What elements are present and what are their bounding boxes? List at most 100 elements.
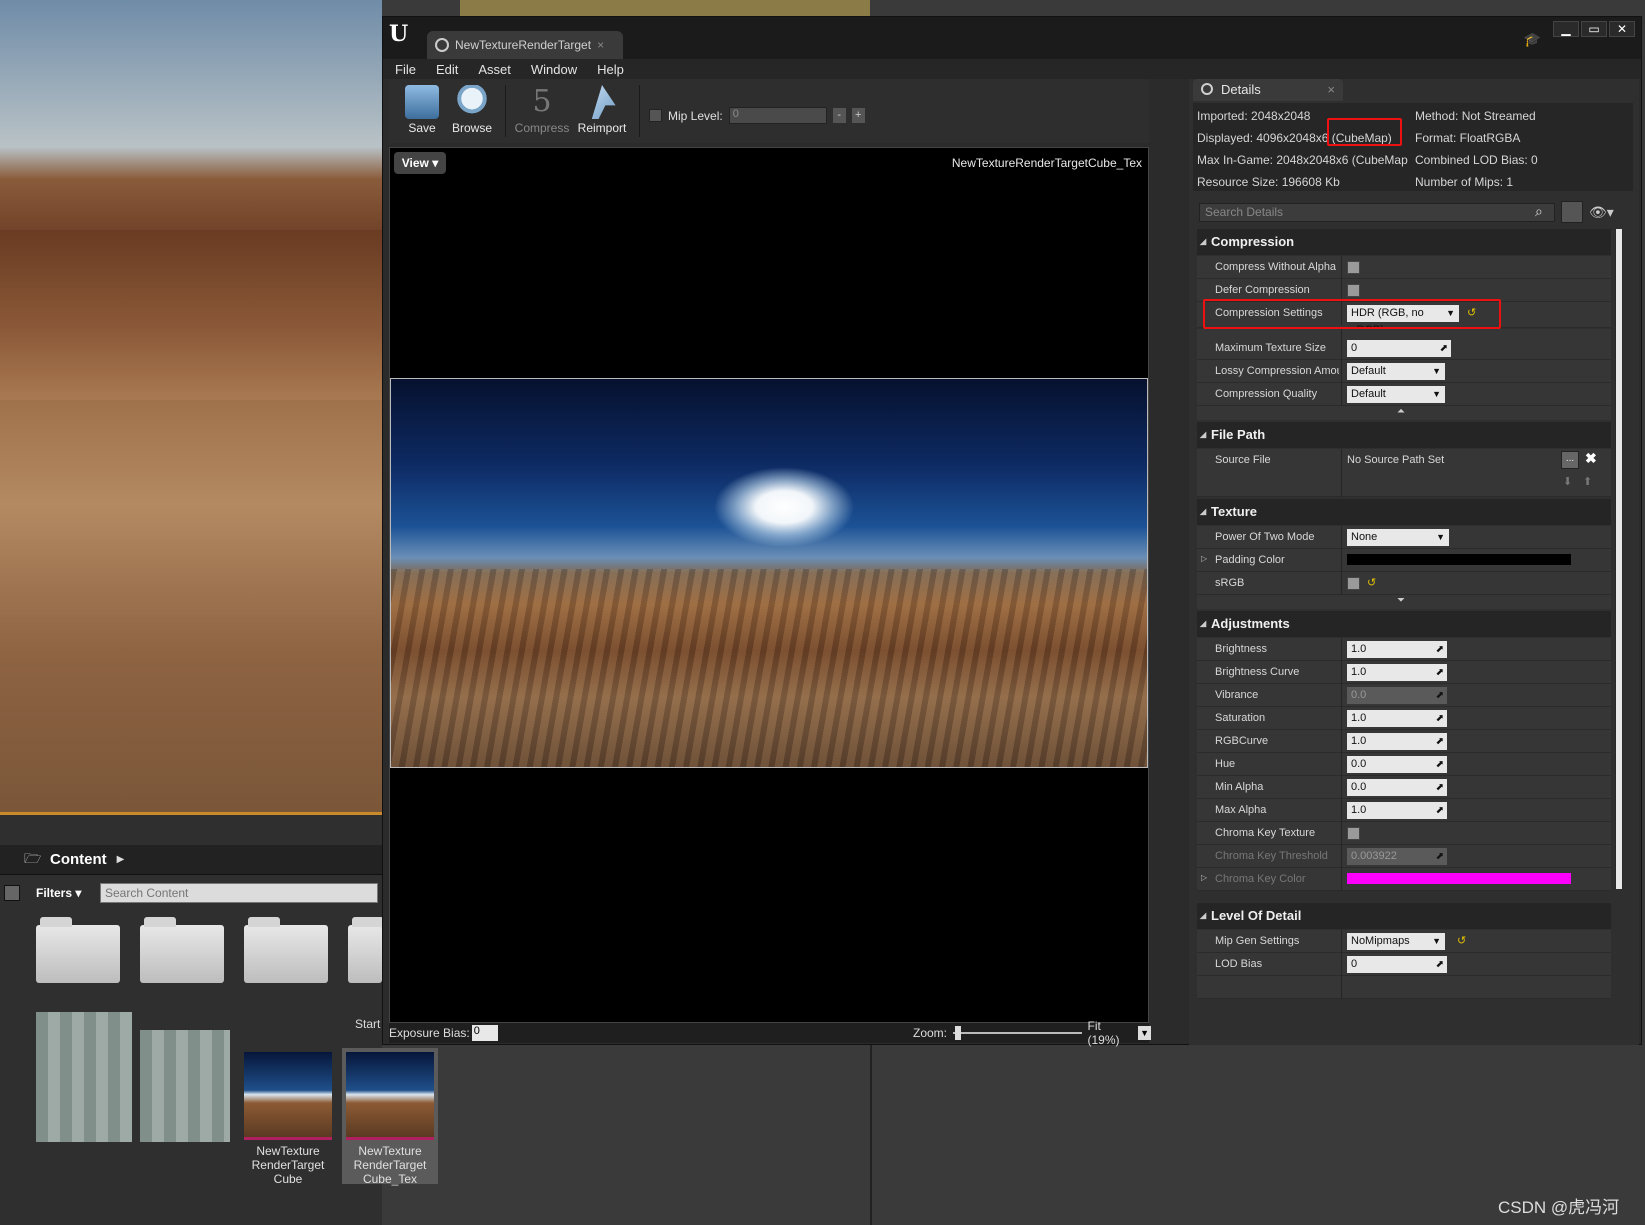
expand-arrow-icon[interactable]: ▷ xyxy=(1201,873,1207,882)
browse-button[interactable]: Browse xyxy=(443,81,501,141)
compression-quality-dropdown[interactable]: Default ▼ xyxy=(1347,386,1445,403)
level-toolbar-strip[interactable] xyxy=(460,0,870,16)
category-file-path[interactable]: File Path xyxy=(1197,422,1611,448)
pixelated-asset-thumbnail[interactable] xyxy=(140,1030,230,1142)
lod-bias-input[interactable]: 0 ⬈ xyxy=(1347,956,1447,973)
folder-item[interactable] xyxy=(348,917,384,983)
mip-gen-settings-dropdown[interactable]: NoMipmaps ▼ xyxy=(1347,933,1445,950)
browse-source-button[interactable]: ... xyxy=(1561,451,1579,469)
menu-file[interactable]: File xyxy=(395,62,416,77)
pixelated-asset-thumbnail[interactable] xyxy=(36,1012,132,1142)
spin-arrow-icon: ⬈ xyxy=(1435,713,1444,724)
menu-asset[interactable]: Asset xyxy=(478,62,511,77)
adjustment-value-input[interactable]: 1.0 ⬈ xyxy=(1347,641,1447,658)
prop-power-of-two: Power Of Two Mode None ▼ xyxy=(1197,526,1611,549)
zoom-slider[interactable] xyxy=(953,1026,1082,1040)
close-tab-icon[interactable]: × xyxy=(597,38,604,52)
menu-help[interactable]: Help xyxy=(597,62,624,77)
mip-level-checkbox[interactable] xyxy=(649,109,662,122)
category-texture[interactable]: Texture xyxy=(1197,499,1611,525)
advanced-toggle[interactable]: ⏷ xyxy=(1197,595,1611,609)
adjustment-value-input[interactable]: 1.0 ⬈ xyxy=(1347,802,1447,819)
category-adjustments[interactable]: Adjustments xyxy=(1197,611,1611,637)
asset-tile-render-target-cube[interactable]: NewTexture RenderTarget Cube xyxy=(240,1048,336,1186)
arrow-up-icon[interactable]: ⬆ xyxy=(1583,475,1592,488)
spin-arrow-icon: ⬈ xyxy=(1435,759,1444,770)
tutorial-hat-icon[interactable]: 🎓 xyxy=(1524,31,1541,48)
zoom-value: Fit (19%) xyxy=(1087,1019,1120,1047)
prop-label: Chroma Key Threshold xyxy=(1215,850,1328,862)
texture-viewport[interactable]: View ▾ NewTextureRenderTargetCube_Tex xyxy=(389,147,1149,1023)
folder-item[interactable] xyxy=(244,917,328,983)
minimize-button[interactable]: ▁ xyxy=(1553,21,1579,37)
arrow-down-icon[interactable]: ⬇ xyxy=(1563,475,1572,488)
folder-item[interactable] xyxy=(140,917,224,983)
adjustment-value-input[interactable]: 0.0 ⬈ xyxy=(1347,756,1447,773)
level-viewport-background xyxy=(0,0,382,815)
asset-thumbnail xyxy=(244,1052,332,1140)
prop-max-texture-size: Maximum Texture Size 0 ⬈ xyxy=(1197,337,1611,360)
details-tab[interactable]: Details × xyxy=(1193,79,1343,101)
reset-to-default-icon[interactable]: ↺ xyxy=(1457,934,1466,947)
prop-label: Max Alpha xyxy=(1215,804,1267,816)
reimport-icon xyxy=(591,85,616,119)
property-list: Compression Compress Without Alpha Defer… xyxy=(1197,229,1611,1043)
details-panel: Details × Imported: 2048x2048 Displayed:… xyxy=(1189,79,1639,1045)
menu-edit[interactable]: Edit xyxy=(436,62,458,77)
reset-to-default-icon[interactable]: ↺ xyxy=(1367,576,1376,589)
details-search-input[interactable]: Search Details xyxy=(1199,203,1555,222)
mip-level-plus-button[interactable]: + xyxy=(851,108,865,123)
chroma-key-texture-checkbox[interactable] xyxy=(1347,827,1360,840)
srgb-checkbox[interactable] xyxy=(1347,577,1360,590)
property-matrix-icon[interactable] xyxy=(1561,201,1583,223)
menu-window[interactable]: Window xyxy=(531,62,577,77)
adjustment-value-input[interactable]: 1.0 ⬈ xyxy=(1347,664,1447,681)
category-compression[interactable]: Compression xyxy=(1197,229,1611,255)
close-window-button[interactable]: ✕ xyxy=(1609,21,1635,37)
content-search-input[interactable] xyxy=(100,883,378,903)
spin-arrow-icon: ⬈ xyxy=(1435,851,1444,862)
mip-level-minus-button[interactable]: - xyxy=(832,108,846,123)
adjustment-value-input[interactable]: 0.0 ⬈ xyxy=(1347,779,1447,796)
defer-compression-checkbox[interactable] xyxy=(1347,284,1360,297)
max-texture-size-input[interactable]: 0 ⬈ xyxy=(1347,340,1451,357)
folder-item[interactable] xyxy=(36,917,120,983)
power-of-two-dropdown[interactable]: None ▼ xyxy=(1347,529,1449,546)
expand-arrow-icon[interactable]: ▷ xyxy=(1201,554,1207,563)
search-icon[interactable]: ⌕ xyxy=(1535,203,1543,220)
zoom-dropdown-icon[interactable]: ▼ xyxy=(1138,1026,1152,1040)
view-menu-button[interactable]: View ▾ xyxy=(394,152,446,174)
chevron-right-icon[interactable]: ▶ xyxy=(117,854,125,865)
sources-toggle-icon[interactable] xyxy=(4,885,20,901)
content-path-label[interactable]: Content xyxy=(50,851,107,868)
reimport-button[interactable]: Reimport xyxy=(573,81,631,141)
window-titlebar[interactable]: U NewTextureRenderTarget × 🎓 ▁ ▭ ✕ xyxy=(383,17,1641,59)
category-level-of-detail[interactable]: Level Of Detail xyxy=(1197,903,1611,929)
details-scrollbar[interactable] xyxy=(1615,229,1623,889)
prop-label: Power Of Two Mode xyxy=(1215,531,1315,543)
close-details-icon[interactable]: × xyxy=(1327,79,1335,101)
compress-button[interactable]: 5 Compress xyxy=(513,81,571,141)
asset-tile-render-target-cube-tex[interactable]: NewTexture RenderTarget Cube_Tex xyxy=(342,1048,438,1186)
adjustment-value-input[interactable]: 1.0 ⬈ xyxy=(1347,733,1447,750)
advanced-toggle[interactable]: ⏶ xyxy=(1197,406,1611,420)
padding-color-swatch[interactable] xyxy=(1347,554,1571,565)
info-imported: Imported: 2048x2048 xyxy=(1197,109,1311,123)
zoom-slider-handle[interactable] xyxy=(955,1026,962,1040)
lossy-compression-dropdown[interactable]: Default ▼ xyxy=(1347,363,1445,380)
chroma-key-color-swatch[interactable] xyxy=(1347,873,1571,884)
exposure-bias-input[interactable]: 0 xyxy=(471,1025,498,1041)
mip-level-input[interactable]: 0 xyxy=(728,107,827,124)
prop-label: Brightness Curve xyxy=(1215,666,1300,678)
eye-visibility-icon[interactable]: 👁▾ xyxy=(1589,204,1614,221)
viewport-status-bar: Exposure Bias: 0 Zoom: Fit (19%) ▼ xyxy=(389,1019,1152,1047)
scrollbar-thumb[interactable] xyxy=(1616,229,1622,889)
clear-source-icon[interactable]: ✖ xyxy=(1585,450,1597,467)
prop-chroma-key-color: ▷ Chroma Key Color xyxy=(1197,868,1611,891)
document-tab[interactable]: NewTextureRenderTarget × xyxy=(427,31,623,59)
maximize-button[interactable]: ▭ xyxy=(1581,21,1607,37)
compress-without-alpha-checkbox[interactable] xyxy=(1347,261,1360,274)
filters-button[interactable]: Filters ▾ xyxy=(36,886,96,900)
adjustment-value-input[interactable]: 1.0 ⬈ xyxy=(1347,710,1447,727)
zoom-label: Zoom: xyxy=(913,1026,948,1040)
